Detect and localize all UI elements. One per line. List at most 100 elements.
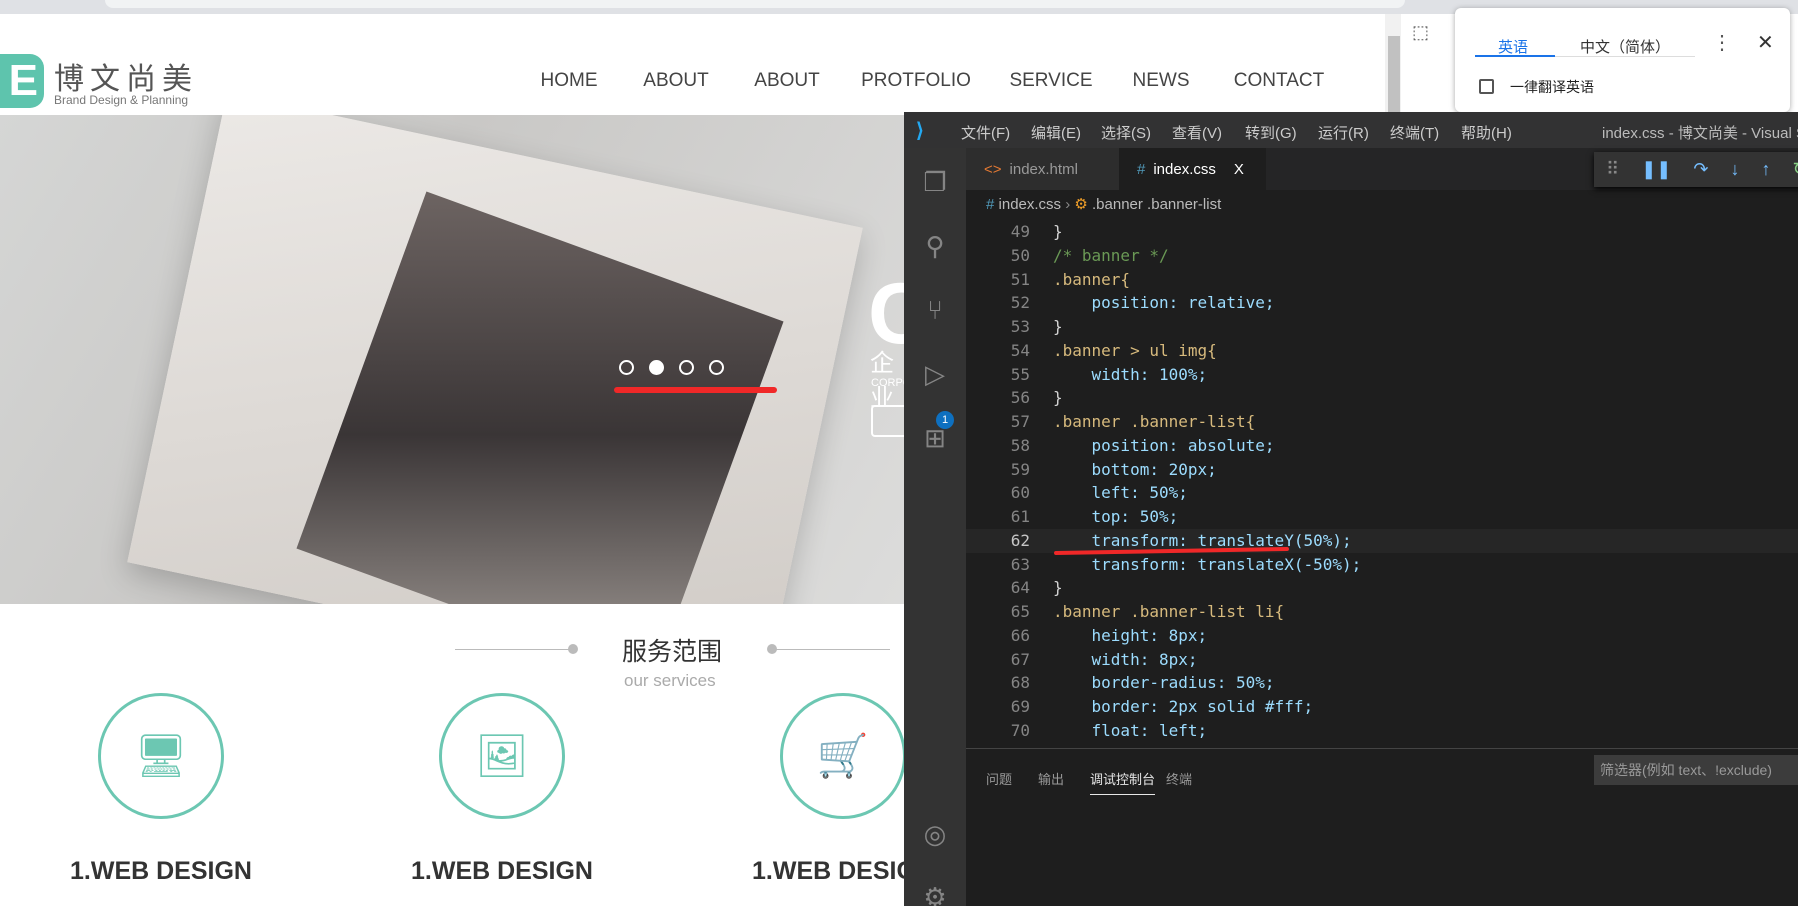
source-control-icon[interactable]: ⑂ <box>919 294 951 326</box>
banner-subtitle-en: CORPO <box>871 377 904 389</box>
menu-selection[interactable]: 选择(S) <box>1101 122 1151 143</box>
step-into-icon[interactable]: ↓ <box>1730 159 1739 180</box>
scrollbar-thumb[interactable] <box>1388 36 1400 112</box>
close-icon[interactable]: ✕ <box>1757 30 1774 55</box>
panel-tab-terminal[interactable]: 终端 <box>1166 769 1192 788</box>
code-line[interactable]: 53} <box>966 315 1798 339</box>
code-text: border-radius: 50%; <box>1053 673 1275 693</box>
translate-popup: 英语 中文（简体） ⋮ ✕ 一律翻译英语 <box>1455 8 1790 112</box>
address-bar[interactable] <box>105 0 1405 8</box>
nav-contact[interactable]: CONTACT <box>1234 70 1324 92</box>
menu-view[interactable]: 查看(V) <box>1172 122 1222 143</box>
step-over-icon[interactable]: ↷ <box>1693 159 1708 180</box>
menu-help[interactable]: 帮助(H) <box>1461 122 1512 143</box>
line-number: 50 <box>1010 245 1030 265</box>
extensions-icon[interactable]: ⊞ <box>919 422 951 454</box>
nav-home[interactable]: HOME <box>541 70 598 92</box>
nav-portfolio[interactable]: PROTFOLIO <box>861 70 971 92</box>
code-line[interactable]: 57 .banner .banner-list{ <box>966 410 1798 434</box>
line-number: 61 <box>1010 507 1030 526</box>
pause-icon[interactable]: ❚❚ <box>1641 159 1671 180</box>
line-number: 65 <box>1010 602 1030 621</box>
menu-go[interactable]: 转到(G) <box>1245 122 1297 143</box>
search-icon[interactable]: ⚲ <box>919 230 951 262</box>
line-number: 68 <box>1010 673 1030 693</box>
menu-edit[interactable]: 编辑(E) <box>1031 122 1081 143</box>
code-line[interactable]: 69 border: 2px solid #fff; <box>966 695 1798 719</box>
logo-tagline: Brand Design & Planning <box>54 93 189 107</box>
tab-label: index.css <box>1153 160 1216 178</box>
banner-dot-1[interactable] <box>619 360 634 375</box>
account-icon[interactable]: ◎ <box>919 818 951 850</box>
code-line[interactable]: 62 transform: translateY(50%); <box>966 528 1798 553</box>
code-text: .banner > ul img{ <box>1053 340 1217 360</box>
translate-tab-english[interactable]: 英语 <box>1498 36 1528 57</box>
breadcrumb-file[interactable]: index.css <box>999 196 1062 213</box>
run-debug-icon[interactable]: ▷ <box>919 358 951 390</box>
banner-button[interactable] <box>871 405 904 437</box>
code-line[interactable]: 64} <box>966 576 1798 600</box>
red-annotation-underline <box>614 387 777 393</box>
code-line[interactable]: 54 .banner > ul img{ <box>966 339 1798 363</box>
always-translate-checkbox[interactable] <box>1479 79 1494 94</box>
line-number: 66 <box>1010 625 1030 645</box>
code-line[interactable]: 67 width: 8px; <box>966 648 1798 672</box>
service-circle-3[interactable]: 🛒 <box>780 693 906 819</box>
explorer-icon[interactable]: ❐ <box>919 166 951 198</box>
line-number: 49 <box>1010 222 1030 241</box>
menu-file[interactable]: 文件(F) <box>961 122 1010 143</box>
settings-gear-icon[interactable]: ⚙ <box>919 881 951 906</box>
code-line[interactable]: 61 top: 50%; <box>966 505 1798 529</box>
service-circle-1[interactable]: 🖥 <box>98 693 224 819</box>
code-line[interactable]: 70 float: left; <box>966 719 1798 743</box>
inspect-element-icon[interactable]: ⬚ <box>1412 22 1429 43</box>
breadcrumb-symbol[interactable]: .banner .banner-list <box>1092 196 1221 213</box>
menu-run[interactable]: 运行(R) <box>1318 122 1369 143</box>
nav-news[interactable]: NEWS <box>1133 70 1190 92</box>
code-text: } <box>1053 388 1063 408</box>
code-line[interactable]: 51 .banner{ <box>966 268 1798 292</box>
more-options-icon[interactable]: ⋮ <box>1712 30 1732 55</box>
line-number: 70 <box>1010 720 1030 740</box>
service-circle-2[interactable]: 🖼 <box>439 693 565 819</box>
code-line[interactable]: 58 position: absolute; <box>966 434 1798 458</box>
service-label-1: 1.WEB DESIGN <box>70 857 252 885</box>
code-text: position: absolute; <box>1053 435 1275 455</box>
code-text: position: relative; <box>1053 293 1275 313</box>
banner-dot-4[interactable] <box>709 360 724 375</box>
tab-index-css[interactable]: # index.css X <box>1119 148 1266 190</box>
drag-handle-icon[interactable]: ⠿ <box>1606 159 1619 180</box>
close-tab-icon[interactable]: X <box>1234 161 1244 178</box>
code-text: width: 100%; <box>1053 364 1208 384</box>
panel-tab-problems[interactable]: 问题 <box>986 769 1012 788</box>
code-line[interactable]: 65 .banner .banner-list li{ <box>966 600 1798 624</box>
tab-index-html[interactable]: <> index.html <box>966 148 1119 190</box>
nav-about[interactable]: ABOUT <box>643 70 708 92</box>
translate-tab-chinese[interactable]: 中文（简体） <box>1580 36 1670 57</box>
code-line[interactable]: 60 left: 50%; <box>966 481 1798 505</box>
code-line[interactable]: 49} <box>966 220 1798 244</box>
code-line[interactable]: 63 transform: translateX(-50%); <box>966 553 1798 577</box>
code-line[interactable]: 52 position: relative; <box>966 291 1798 315</box>
code-line[interactable]: 56} <box>966 386 1798 410</box>
menu-terminal[interactable]: 终端(T) <box>1390 122 1439 143</box>
step-out-icon[interactable]: ↑ <box>1761 159 1770 180</box>
restart-icon[interactable]: ↻ <box>1792 159 1798 180</box>
nav-service[interactable]: SERVICE <box>1009 70 1092 92</box>
nav-about-2[interactable]: ABOUT <box>754 70 819 92</box>
activity-bar: ❐ ⚲ ⑂ ▷ 1 ⊞ ◎ ⚙ <box>904 148 966 906</box>
code-line[interactable]: 50 /* banner */ <box>966 244 1798 268</box>
panel-tab-debug-console[interactable]: 调试控制台 <box>1090 769 1156 795</box>
panel-tab-output[interactable]: 输出 <box>1038 769 1064 788</box>
filter-input[interactable]: 筛选器(例如 text、!exclude) <box>1594 755 1798 785</box>
logo-mark: E <box>0 54 44 108</box>
banner-dot-3[interactable] <box>679 360 694 375</box>
code-text: } <box>1053 317 1063 336</box>
banner-dot-2-active[interactable] <box>649 360 664 375</box>
css-file-icon: # <box>1137 160 1146 178</box>
code-line[interactable]: 66 height: 8px; <box>966 624 1798 648</box>
code-line[interactable]: 68 border-radius: 50%; <box>966 671 1798 695</box>
code-editor[interactable]: 49} 50/* banner */51 .banner{52 position: … <box>966 220 1798 748</box>
code-line[interactable]: 55 width: 100%; <box>966 363 1798 387</box>
code-line[interactable]: 59 bottom: 20px; <box>966 458 1798 482</box>
